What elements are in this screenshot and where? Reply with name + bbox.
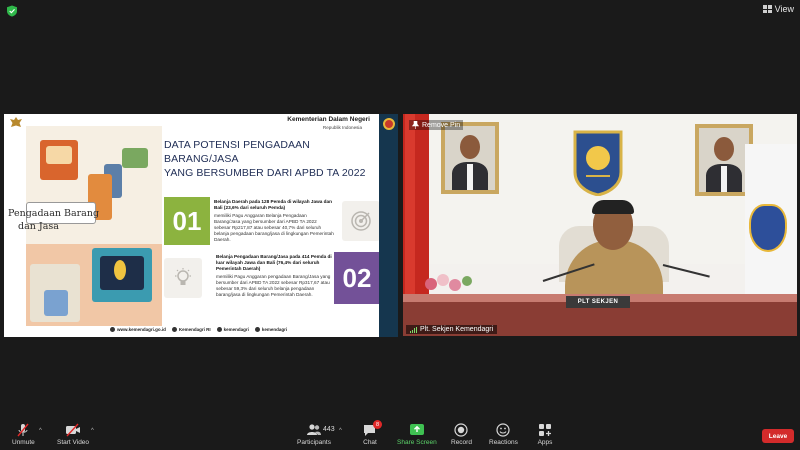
apps-label: Apps — [537, 439, 553, 446]
reactions-button[interactable]: Reactions — [489, 423, 518, 446]
participants-label: Participants — [297, 439, 331, 446]
point-2-body: memiliki Pagu Anggaran pengadaan Barang/… — [216, 274, 331, 297]
unmute-button[interactable]: Unmute — [12, 423, 35, 446]
chat-label: Chat — [363, 439, 377, 446]
slide-footer: www.kemendagri.go.id Kemendagri RI kemen… — [110, 327, 287, 332]
point-1-number: 01 — [164, 197, 210, 245]
audio-level-icon — [410, 326, 417, 333]
start-video-button[interactable]: Start Video — [57, 423, 89, 446]
muted-microphone-icon — [17, 423, 29, 437]
participants-icon — [306, 424, 321, 435]
ministry-subtitle: Republik Indonesia — [322, 125, 362, 130]
portrait-president — [441, 122, 499, 194]
unmute-label: Unmute — [12, 439, 35, 446]
ministry-crest-icon — [573, 130, 623, 196]
record-button[interactable]: Record — [451, 423, 472, 446]
slide-illustration: Pengadaan Barang dan Jasa — [4, 114, 162, 337]
twitter-icon — [216, 327, 222, 332]
globe-icon — [110, 327, 115, 332]
point-1-body: memiliki Pagu Anggaran Belanja Pengadaan… — [214, 213, 334, 242]
audio-options-caret[interactable]: ^ — [39, 428, 42, 434]
participants-options-caret[interactable]: ^ — [339, 428, 342, 434]
leave-button[interactable]: Leave — [762, 429, 794, 443]
desk-nameplate: PLT SEKJEN — [566, 296, 630, 308]
footer-twitter: kemendagri — [216, 327, 249, 332]
zoom-meeting-window: View Pengadaan Barang dan Jasa Kementeri… — [0, 0, 800, 450]
slide-title-line2: YANG BERSUMBER DARI APBD TA 2022 — [164, 167, 366, 179]
point-2-heading: Belanja Pengadaan Barang/Jasa pada 414 P… — [216, 254, 332, 271]
apps-button[interactable]: Apps — [537, 423, 553, 446]
facebook-icon — [171, 327, 177, 332]
ministry-banner — [745, 144, 797, 314]
banner-emblem-icon — [749, 204, 787, 252]
meeting-toolbar: Unmute ^ Start Video ^ Participants 443 … — [0, 420, 800, 450]
reactions-label: Reactions — [489, 439, 518, 446]
illustration-card — [46, 146, 72, 164]
point-1-heading: Belanja Daerah pada 128 Pemda di wilayah… — [214, 199, 333, 210]
record-label: Record — [451, 439, 472, 446]
footer-website: www.kemendagri.go.id — [110, 327, 166, 332]
point-2: Belanja Pengadaan Barang/Jasa pada 414 P… — [164, 252, 380, 304]
share-screen-button[interactable]: Share Screen — [397, 423, 437, 446]
participant-count: 443 — [323, 426, 335, 433]
illustration-bottom-panel — [26, 244, 162, 326]
slide-title: DATA POTENSI PENGADAAN BARANG/JASA YANG … — [164, 138, 374, 180]
slide-title-line1: DATA POTENSI PENGADAAN BARANG/JASA — [164, 139, 310, 165]
chat-unread-badge: 8 — [373, 420, 382, 429]
video-options-caret[interactable]: ^ — [91, 428, 94, 434]
point-2-number: 02 — [334, 252, 380, 304]
point-2-text: Belanja Pengadaan Barang/Jasa pada 414 P… — [216, 254, 334, 298]
participant-name-tag: Plt. Sekjen Kemendagri — [406, 325, 498, 334]
footer-instagram: kemendagri — [254, 327, 287, 332]
illustration-card — [122, 148, 148, 168]
illustration-label-line2: dan Jasa — [18, 221, 59, 232]
view-label: View — [774, 4, 794, 14]
garuda-emblem-icon — [10, 117, 22, 127]
speaker-hair — [592, 200, 634, 214]
share-screen-label: Share Screen — [397, 439, 437, 446]
point-2-icon-box — [164, 258, 202, 298]
participant-video-tile[interactable]: PLT SEKJEN Remove Pin Plt. Sekjen Kemend… — [403, 114, 797, 336]
instagram-icon — [254, 327, 260, 332]
view-button[interactable]: View — [762, 4, 794, 14]
illustration-label-line1: Pengadaan Barang — [8, 208, 100, 219]
illustration-ballot-box — [44, 290, 68, 316]
shared-screen[interactable]: Pengadaan Barang dan Jasa Kementerian Da… — [4, 114, 398, 337]
participant-name: Plt. Sekjen Kemendagri — [420, 326, 494, 333]
point-1-icon-box — [342, 201, 380, 241]
remove-pin-label: Remove Pin — [422, 121, 461, 129]
apps-icon — [539, 424, 551, 436]
kemendagri-logo-icon — [382, 118, 395, 130]
chat-icon-wrap: 8 — [362, 420, 382, 437]
illustration-label: Pengadaan Barang dan Jasa — [8, 207, 103, 233]
target-icon — [351, 211, 371, 231]
record-icon — [454, 423, 469, 437]
flag-fold — [405, 114, 415, 324]
pin-icon — [412, 121, 419, 129]
lightbulb-icon — [175, 268, 191, 285]
point-1-text: Belanja Daerah pada 128 Pemda di wilayah… — [214, 199, 334, 243]
reactions-icon — [496, 423, 511, 437]
footer-facebook: Kemendagri RI — [171, 327, 211, 332]
video-off-icon — [66, 423, 81, 437]
lightbulb-icon — [114, 260, 126, 280]
grid-view-icon — [762, 5, 772, 13]
encryption-shield-icon[interactable] — [6, 5, 18, 17]
share-screen-icon — [409, 424, 424, 435]
start-video-label: Start Video — [57, 439, 90, 446]
point-1: 01 Belanja Daerah pada 128 Pemda di wila… — [164, 197, 380, 245]
slide-side-bar — [379, 114, 398, 337]
microphone — [662, 264, 710, 278]
ministry-name: Kementerian Dalam Negeri — [287, 116, 370, 123]
chat-button[interactable]: 8 Chat — [362, 420, 382, 446]
remove-pin-button[interactable]: Remove Pin — [409, 120, 464, 130]
